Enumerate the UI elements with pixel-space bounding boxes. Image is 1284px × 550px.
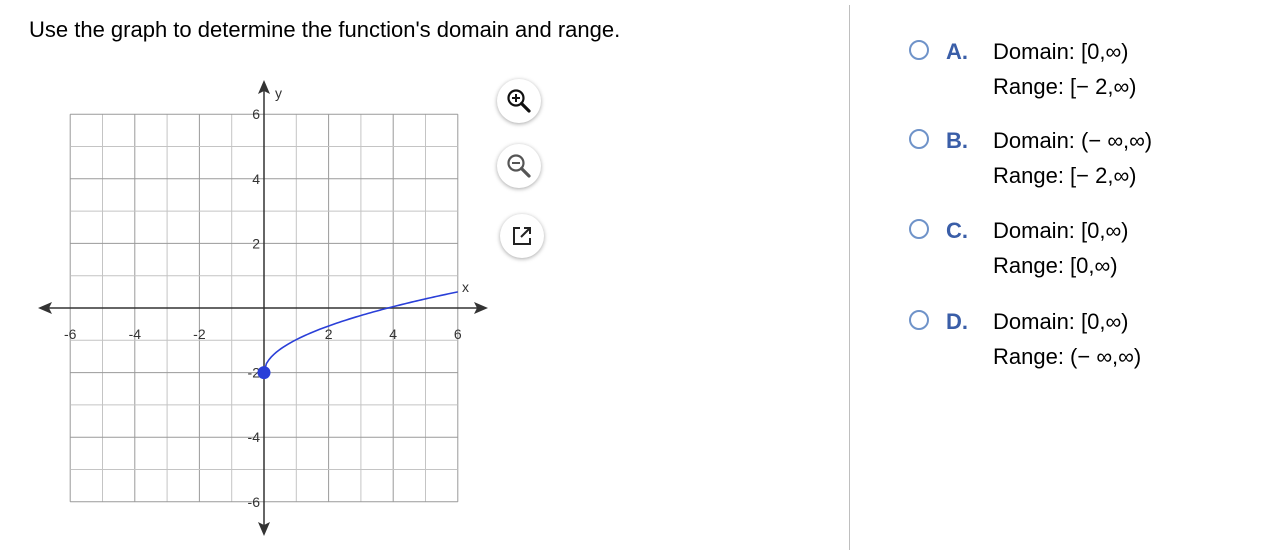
zoom-out-button[interactable] [497, 144, 541, 188]
choice-b-range: Range: [− 2,∞) [993, 163, 1137, 188]
y-tick-label: 6 [252, 106, 260, 122]
zoom-in-icon [507, 89, 531, 113]
curve-start-point [257, 366, 271, 380]
x-tick-label: -4 [129, 326, 142, 342]
radio-b[interactable] [909, 129, 929, 149]
function-graph: x y -6 -4 -2 2 4 6642-2-4-6 [38, 80, 488, 536]
zoom-in-button[interactable] [497, 79, 541, 123]
choice-c-letter: C. [946, 218, 968, 243]
choice-a-domain: Domain: [0,∞) [993, 39, 1129, 64]
radio-a[interactable] [909, 40, 929, 60]
choice-b-letter: B. [946, 128, 968, 153]
x-tick-label: -6 [64, 326, 77, 342]
radio-d[interactable] [909, 310, 929, 330]
axes: x y [38, 80, 488, 536]
choice-c-range: Range: [0,∞) [993, 253, 1118, 278]
choice-d-domain: Domain: [0,∞) [993, 309, 1129, 334]
y-tick-label: -6 [248, 494, 261, 510]
choice-a-range: Range: [− 2,∞) [993, 74, 1137, 99]
y-tick-label: -4 [248, 429, 261, 445]
choice-d-range: Range: (− ∞,∞) [993, 344, 1142, 369]
x-tick-label: -2 [193, 326, 206, 342]
zoom-out-icon [507, 154, 531, 178]
choice-a-letter: A. [946, 39, 968, 64]
choice-c-domain: Domain: [0,∞) [993, 218, 1129, 243]
y-tick-label: 4 [252, 171, 260, 187]
choice-b-domain: Domain: (− ∞,∞) [993, 128, 1153, 153]
divider [849, 5, 850, 550]
x-axis-label: x [462, 279, 469, 295]
expand-icon [513, 227, 531, 245]
x-tick-label: 4 [389, 326, 397, 342]
y-tick-label: 2 [252, 235, 260, 251]
expand-button[interactable] [500, 214, 544, 258]
choice-d-letter: D. [946, 309, 968, 334]
x-tick-label: 6 [454, 326, 462, 342]
radio-c[interactable] [909, 219, 929, 239]
x-tick-label: 2 [325, 326, 333, 342]
y-axis-label: y [275, 85, 282, 101]
